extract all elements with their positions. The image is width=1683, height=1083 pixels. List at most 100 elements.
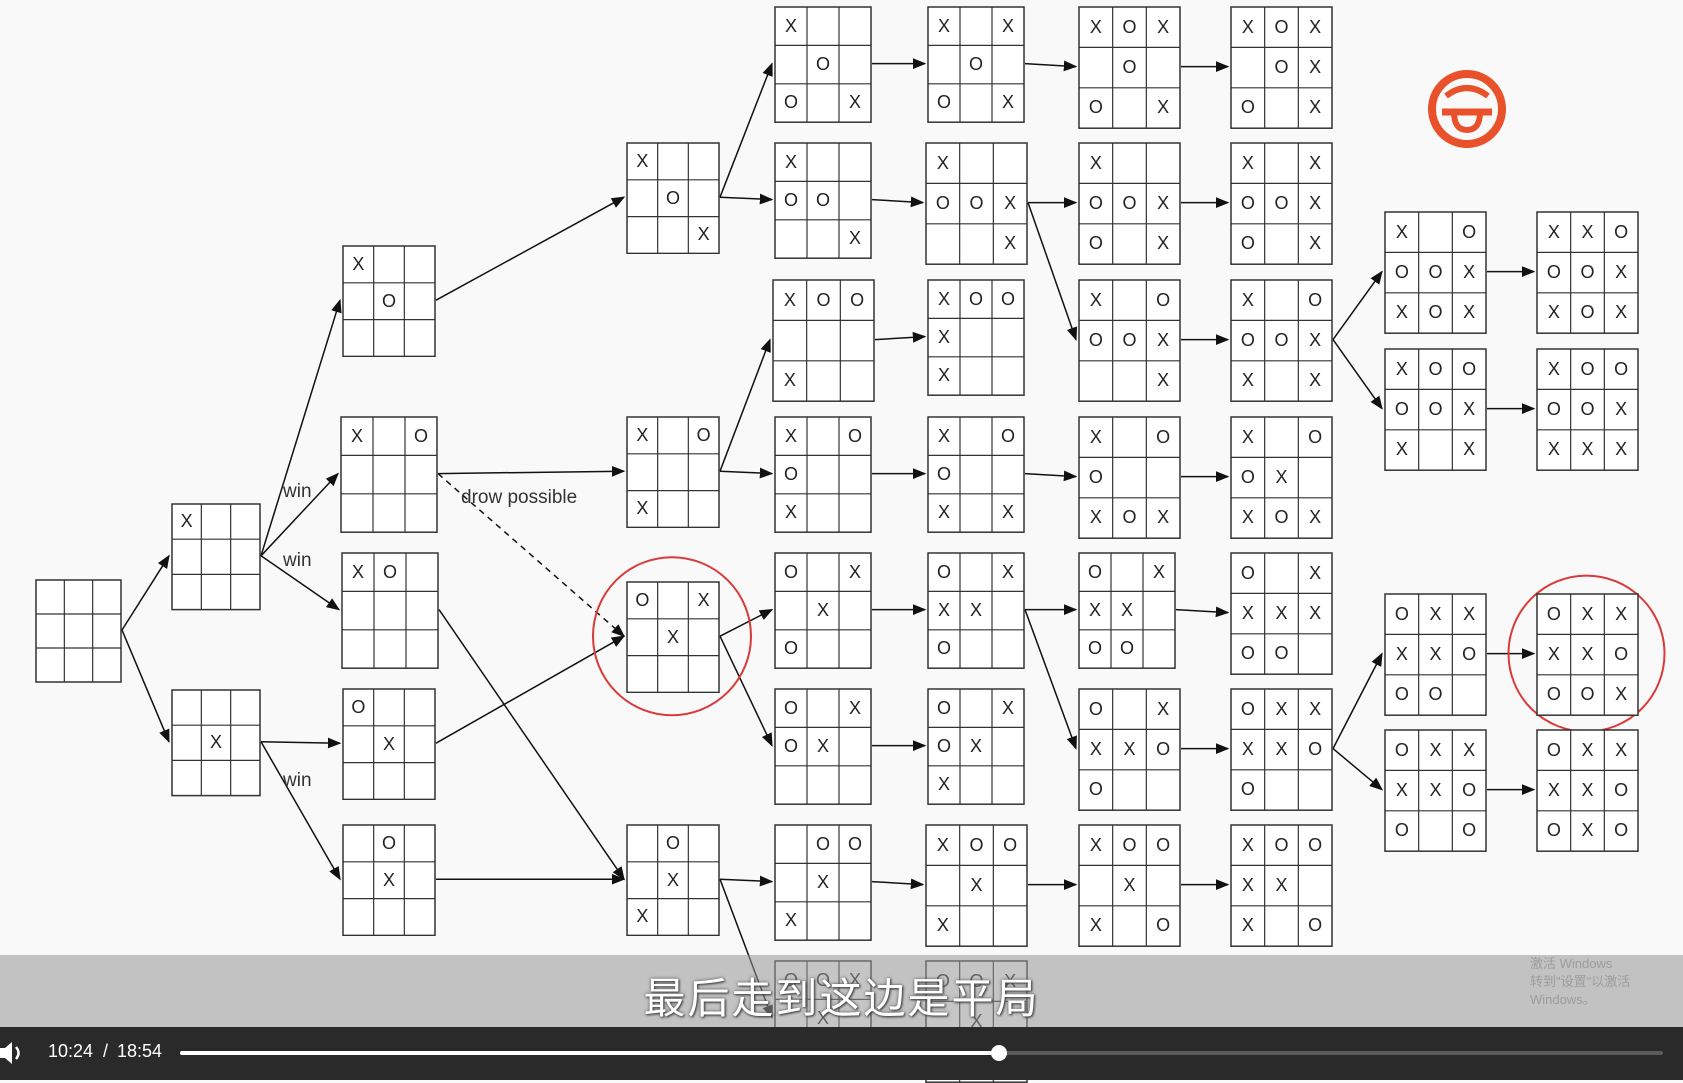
board-cell <box>172 539 201 574</box>
board-cell <box>1113 689 1147 729</box>
board-cell <box>1452 675 1486 715</box>
board-d4: XOOXX <box>927 416 1025 533</box>
board-cell: X <box>1241 915 1254 936</box>
board-cell <box>839 7 871 45</box>
board-cell: O <box>936 464 951 485</box>
board-cell: X <box>1241 152 1254 173</box>
board-cell <box>775 591 807 629</box>
board-cell <box>172 574 201 609</box>
board-cell: O <box>968 54 983 75</box>
board-cell: O <box>1614 780 1629 801</box>
progress-thumb[interactable] <box>990 1045 1007 1061</box>
board-cell <box>1113 280 1147 320</box>
board-cell: O <box>1088 467 1103 488</box>
board-cell <box>840 320 874 360</box>
board-cell <box>1113 361 1147 401</box>
board-cell <box>992 455 1024 493</box>
board-cell <box>343 763 374 800</box>
board-c7: OOXX <box>774 824 872 941</box>
board-cell: O <box>1394 684 1409 705</box>
board-cell <box>992 45 1024 83</box>
board-cell: O <box>1308 739 1323 760</box>
board-cell: O <box>1580 399 1595 420</box>
board-cell: X <box>1157 233 1170 254</box>
board-cell <box>960 417 992 455</box>
board-cell: X <box>1581 644 1594 665</box>
board-f7: XOOXXXO <box>1230 824 1333 947</box>
tree-edge <box>719 62 773 198</box>
board-cell: O <box>1122 834 1137 855</box>
board-cell: X <box>969 600 982 621</box>
board-cell: O <box>1308 915 1323 936</box>
board-cell <box>404 726 435 763</box>
board-cell: O <box>1274 193 1289 214</box>
board-b2a: XO <box>342 245 436 358</box>
board-cell: X <box>783 289 796 310</box>
board-cell <box>64 580 92 614</box>
total-time: 18:54 <box>117 1041 163 1061</box>
board-cell: O <box>1462 780 1477 801</box>
board-cell <box>658 417 689 454</box>
board-cell: X <box>1395 358 1408 379</box>
board-cell: X <box>816 872 829 893</box>
board-cell: X <box>1001 697 1014 718</box>
board-cell: X <box>1429 603 1442 624</box>
board-cell <box>374 320 405 357</box>
board-cell: X <box>666 869 679 890</box>
board-b1b: X <box>171 689 261 797</box>
board-cell: X <box>1123 875 1136 896</box>
board-cell: X <box>1241 426 1254 447</box>
progress-bar[interactable] <box>180 1045 1663 1061</box>
board-b2d: OX <box>342 688 436 801</box>
board-cell: O <box>1462 820 1477 841</box>
board-e1: XOXOOX <box>1078 6 1181 129</box>
board-cell <box>1265 906 1299 946</box>
tree-edge <box>719 193 774 205</box>
board-cell <box>404 899 435 936</box>
board-cell <box>993 143 1027 183</box>
board-cell <box>201 760 230 795</box>
board-cell: X <box>1395 302 1408 323</box>
board-cell: X <box>1157 698 1170 719</box>
board-cell: O <box>1088 779 1103 800</box>
volume-icon[interactable] <box>0 1039 26 1067</box>
board-cell: O <box>1614 820 1629 841</box>
board-root <box>35 579 122 683</box>
board-cell <box>93 614 121 648</box>
board-cell <box>1146 143 1180 183</box>
board-cell: X <box>1309 330 1322 351</box>
board-cell: O <box>1308 426 1323 447</box>
board-cell: O <box>1580 262 1595 283</box>
board-cell: O <box>1580 302 1595 323</box>
board-cell <box>992 591 1024 629</box>
g-logo-icon <box>1428 70 1506 148</box>
board-cell <box>928 45 960 83</box>
time-separator: / <box>103 1041 109 1061</box>
board-cell <box>1265 553 1299 593</box>
board-cell: X <box>1089 739 1102 760</box>
board-g1: XOOOXXOX <box>1384 211 1487 334</box>
label-draw-possible: drow possible <box>461 487 578 508</box>
board-cell <box>93 580 121 614</box>
board-cell: O <box>783 464 798 485</box>
board-cell <box>688 656 719 693</box>
board-cell <box>1265 224 1299 264</box>
board-cell: X <box>697 224 710 245</box>
board-cell: X <box>382 869 395 890</box>
board-cell <box>404 320 435 357</box>
board-c2: XOOX <box>774 142 872 259</box>
board-cell: O <box>1274 643 1289 664</box>
board-cell: O <box>783 697 798 718</box>
board-cell <box>36 580 64 614</box>
board-cell <box>807 455 839 493</box>
board-cell <box>172 725 201 760</box>
board-cell <box>1419 811 1453 851</box>
board-cell <box>960 455 992 493</box>
board-cell <box>1113 770 1147 810</box>
board-cell: O <box>1394 739 1409 760</box>
board-cell: X <box>1309 698 1322 719</box>
tree-edge <box>1027 202 1078 341</box>
board-cell <box>807 7 839 45</box>
board-cell <box>1265 417 1299 457</box>
board-cell: O <box>381 290 396 311</box>
